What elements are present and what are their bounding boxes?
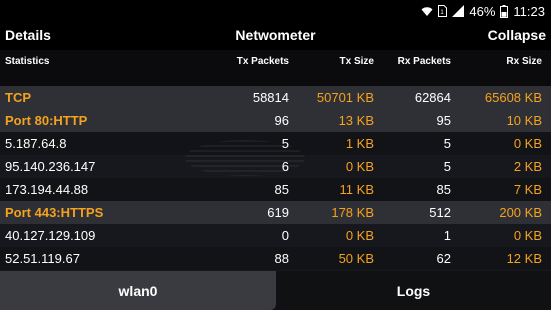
rx-packets-cell: 62864 (414, 90, 451, 105)
rx-packets-cell: 85 (436, 182, 451, 197)
tx-size-cell: 50701 KB (316, 90, 374, 105)
tx-packets-cell: 58814 (252, 90, 289, 105)
tx-packets-cell: 619 (267, 205, 289, 220)
title-bar: Details Netwometer Collapse (0, 22, 551, 50)
table-row[interactable]: 95.140.236.147 6 0 KB 5 2 KB (0, 155, 551, 178)
clock: 11:23 (513, 3, 545, 19)
rx-size-cell: 12 KB (506, 251, 542, 266)
statistic-name: 40.127.129.109 (5, 228, 96, 243)
status-bar: 1 46% 11:23 (0, 0, 551, 22)
tx-packets-cell: 88 (274, 251, 289, 266)
rx-size-cell: 0 KB (513, 136, 542, 151)
rx-packets-cell: 62 (436, 251, 451, 266)
tx-size-cell: 11 KB (339, 182, 374, 197)
statistic-name: 52.51.119.67 (5, 251, 80, 266)
section-row[interactable]: TCP 58814 50701 KB 62864 65608 KB (0, 86, 551, 109)
rx-packets-cell: 5 (443, 159, 451, 174)
column-header-tx-size: Tx Size (339, 56, 374, 67)
status-icons: 1 46% 11:23 (421, 3, 545, 19)
column-header-tx-packets: Tx Packets (236, 56, 289, 67)
tx-packets-cell: 0 (281, 228, 289, 243)
rx-size-cell: 2 KB (513, 159, 542, 174)
rx-packets-cell: 512 (429, 205, 451, 220)
statistic-name: TCP (5, 90, 31, 105)
table-row[interactable]: 5.187.64.8 5 1 KB 5 0 KB (0, 132, 551, 155)
statistic-name: 173.194.44.88 (5, 182, 89, 197)
tx-size-cell: 178 KB (331, 205, 374, 220)
section-row[interactable]: Port 80:HTTP 96 13 KB 95 10 KB (0, 109, 551, 132)
rx-packets-cell: 95 (436, 113, 451, 128)
table-row[interactable]: 173.194.44.88 85 11 KB 85 7 KB (0, 178, 551, 201)
tx-packets-cell: 96 (274, 113, 289, 128)
rx-packets-cell: 5 (443, 136, 451, 151)
column-header-rx-size: Rx Size (506, 56, 542, 67)
column-header-rx-packets: Rx Packets (397, 56, 451, 67)
statistic-name: 5.187.64.8 (5, 136, 67, 151)
rx-size-cell: 200 KB (499, 205, 542, 220)
rx-size-cell: 0 KB (513, 228, 542, 243)
table-row[interactable]: 52.51.119.67 88 50 KB 62 12 KB (0, 247, 551, 270)
tab-logs[interactable]: Logs (276, 271, 551, 310)
rx-size-cell: 65608 KB (484, 90, 542, 105)
tx-size-cell: 0 KB (345, 228, 374, 243)
rx-size-cell: 7 KB (513, 182, 542, 197)
tab-wlan0[interactable]: wlan0 (0, 271, 276, 310)
rx-packets-cell: 1 (443, 228, 451, 243)
app-title: Netwometer (235, 27, 316, 43)
tx-packets-cell: 5 (281, 136, 289, 151)
tx-packets-cell: 85 (274, 182, 289, 197)
statistic-name: Port 443:HTTPS (5, 205, 104, 220)
section-row[interactable]: Port 443:HTTPS 619 178 KB 512 200 KB (0, 201, 551, 224)
tab-bar: wlan0 Logs (0, 271, 551, 310)
sim-icon: 1 (438, 5, 448, 17)
signal-icon (452, 5, 465, 17)
table-row[interactable]: 40.127.129.109 0 0 KB 1 0 KB (0, 224, 551, 247)
statistic-name: Port 80:HTTP (5, 113, 88, 128)
svg-text:1: 1 (441, 10, 445, 16)
statistics-table[interactable]: TCP 58814 50701 KB 62864 65608 KB Port 80:HTT… (0, 86, 551, 271)
battery-percent: 46% (469, 3, 496, 19)
tx-size-cell: 0 KB (345, 159, 374, 174)
tx-size-cell: 50 KB (338, 251, 374, 266)
table-header: Statistics Tx Packets Tx Size Rx Packets… (0, 50, 551, 86)
battery-icon (500, 4, 509, 18)
column-header-statistics: Statistics (5, 56, 50, 67)
tx-size-cell: 1 KB (345, 136, 374, 151)
collapse-button[interactable]: Collapse (488, 27, 546, 43)
wifi-icon (421, 5, 433, 17)
rx-size-cell: 10 KB (506, 113, 542, 128)
tx-size-cell: 13 KB (338, 113, 374, 128)
statistic-name: 95.140.236.147 (5, 159, 96, 174)
tx-packets-cell: 6 (281, 159, 289, 174)
